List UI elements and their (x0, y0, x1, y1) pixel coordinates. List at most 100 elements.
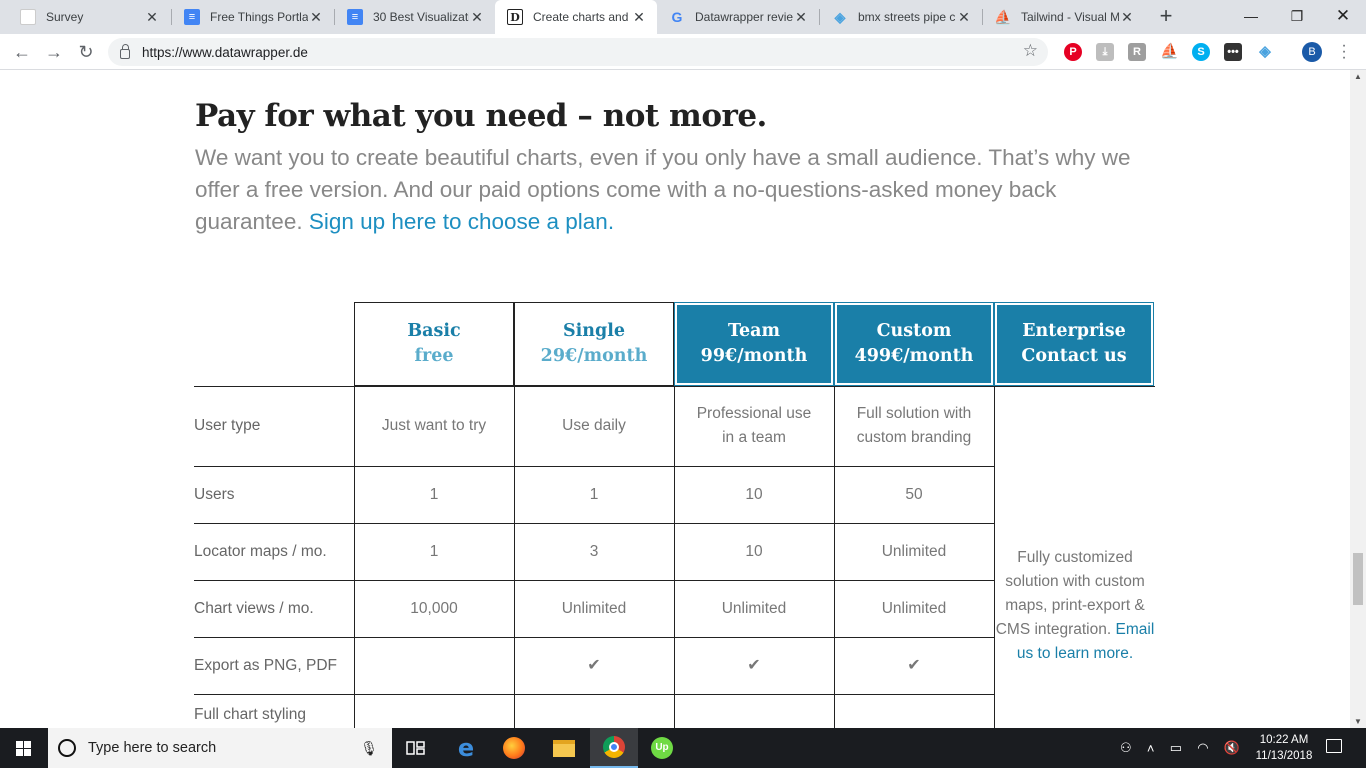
row-label-chart-views: Chart views / mo. (194, 599, 314, 617)
tab-free-things[interactable]: ≡ Free Things Portlan ✕ (172, 0, 334, 34)
system-clock[interactable]: 10:22 AM 11/13/2018 (1248, 732, 1320, 764)
edge-icon[interactable]: e (442, 728, 490, 768)
lead-paragraph: We want you to create beautiful charts, … (195, 142, 1170, 238)
checkmark-icon: ✔ (907, 656, 921, 674)
scrollbar-thumb[interactable] (1353, 553, 1363, 605)
skype-icon[interactable]: S (1192, 43, 1210, 61)
clock-date: 11/13/2018 (1255, 750, 1313, 762)
upwork-icon[interactable]: Up (638, 728, 686, 768)
scroll-down-icon[interactable]: ▼ (1354, 717, 1362, 726)
row-label-chart-styling: Full chart styling (194, 706, 306, 723)
tab-tailwind[interactable]: ⛵ Tailwind - Visual M ✕ (983, 0, 1145, 34)
diamond-icon[interactable]: ◈ (1256, 43, 1274, 61)
row-label-locator-maps: Locator maps / mo. (194, 542, 327, 560)
notifications-icon[interactable] (1326, 739, 1342, 753)
table-cell: Unlimited (881, 542, 947, 560)
reload-button[interactable]: ↻ (74, 40, 98, 64)
chrome-menu-icon[interactable]: · · · (1334, 38, 1354, 66)
close-icon[interactable]: ✕ (308, 9, 324, 26)
table-cell: 1 (429, 542, 439, 560)
new-tab-button[interactable]: + (1154, 4, 1178, 30)
clock-time: 10:22 AM (1259, 734, 1309, 746)
table-cell (354, 637, 514, 694)
close-icon[interactable]: ✕ (144, 9, 160, 26)
menu-dots-icon[interactable]: ••• (1224, 43, 1242, 61)
scroll-up-icon[interactable]: ▲ (1354, 72, 1362, 81)
show-hidden-icons[interactable]: ˄ (1147, 741, 1155, 756)
table-cell: Unlimited (561, 599, 627, 617)
microphone-icon[interactable]: 🎙 (360, 740, 378, 757)
close-icon[interactable]: ✕ (956, 9, 972, 26)
url-text[interactable]: https://www.datawrapper.de (142, 45, 308, 60)
sign-up-link[interactable]: Sign up here to choose a plan. (309, 209, 614, 234)
people-icon[interactable]: ⚇ (1120, 740, 1132, 756)
forward-button[interactable]: → (42, 40, 66, 64)
readability-icon[interactable]: R (1128, 43, 1146, 61)
table-cell: 10 (745, 485, 763, 503)
plan-header-team: Team 99€/month (674, 302, 834, 386)
plan-price: free (414, 346, 454, 366)
task-view-icon[interactable] (392, 728, 440, 768)
tab-bmx[interactable]: ◈ bmx streets pipe c ✕ (820, 0, 982, 34)
close-icon[interactable]: ✕ (793, 9, 809, 26)
taskbar: Type here to search 🎙 e Up ⚇ ˄ ▭ ◠ 🔇 10:… (0, 728, 1366, 768)
tab-survey[interactable]: Survey ✕ (8, 0, 170, 34)
row-label-user-type: User type (194, 417, 261, 434)
lock-icon (120, 43, 130, 59)
tab-title: bmx streets pipe c (858, 10, 956, 24)
pricing-table: Basic free Single 29€/month Team 99€/mon… (194, 302, 1155, 728)
table-cell: 10 (745, 542, 763, 560)
page-scrollbar[interactable]: ▲ ▼ (1350, 70, 1366, 728)
windows-logo-icon (16, 741, 32, 756)
firefox-icon[interactable] (490, 728, 538, 768)
table-cell: Full solution with custom branding (856, 405, 972, 446)
address-bar[interactable]: https://www.datawrapper.de ☆ (108, 38, 1048, 66)
table-cell: Unlimited (881, 599, 947, 617)
table-cell: 10,000 (410, 599, 458, 617)
checkmark-icon: ✔ (747, 656, 761, 674)
start-button[interactable] (0, 728, 48, 768)
plan-name: Basic (407, 321, 461, 341)
close-icon[interactable]: ✕ (469, 9, 485, 26)
plan-header-custom: Custom 499€/month (834, 302, 994, 386)
pdf-icon[interactable]: ⤓ (1096, 43, 1114, 61)
tailwind-icon[interactable]: ⛵ (1160, 43, 1179, 61)
plan-price: 499€/month (854, 346, 974, 366)
close-window-button[interactable]: ✕ (1320, 0, 1366, 34)
datawrapper-icon: D (507, 9, 523, 25)
enterprise-description: Fully customized solution with custom ma… (995, 546, 1155, 666)
row-label-users: Users (194, 485, 235, 503)
wifi-icon[interactable]: ◠ (1197, 740, 1208, 756)
back-button[interactable]: ← (10, 40, 34, 64)
file-explorer-icon[interactable] (540, 728, 588, 768)
chrome-icon[interactable] (590, 728, 638, 768)
tab-datawrapper-review[interactable]: G Datawrapper revie ✕ (657, 0, 819, 34)
plan-name: Team (727, 321, 780, 341)
volume-muted-icon[interactable]: 🔇 (1224, 740, 1240, 756)
battery-icon[interactable]: ▭ (1170, 740, 1182, 756)
browser-toolbar: ← → ↻ https://www.datawrapper.de ☆ P ⤓ R… (0, 34, 1366, 70)
checkmark-icon: ✔ (587, 656, 601, 674)
table-cell: 50 (905, 485, 923, 503)
tab-title: Tailwind - Visual M (1021, 10, 1119, 24)
pinterest-icon[interactable]: P (1064, 43, 1082, 61)
system-tray: ⚇ ˄ ▭ ◠ 🔇 (1120, 728, 1240, 768)
avatar[interactable]: B (1302, 42, 1322, 62)
plan-name: Enterprise (1022, 321, 1126, 341)
table-cell: 1 (589, 485, 599, 503)
minimize-button[interactable]: — (1228, 0, 1274, 34)
tailwind-icon: ⛵ (994, 8, 1012, 25)
blank-page-icon (20, 9, 36, 25)
bookmark-star-icon[interactable]: ☆ (1023, 41, 1038, 61)
close-icon[interactable]: ✕ (631, 9, 647, 26)
table-cell: 1 (429, 485, 439, 503)
plan-header-enterprise: Enterprise Contact us (994, 302, 1154, 386)
taskbar-search[interactable]: Type here to search 🎙 (48, 728, 392, 768)
restore-button[interactable]: ❐ (1274, 0, 1320, 34)
tab-visualization[interactable]: ≡ 30 Best Visualizatio ✕ (335, 0, 495, 34)
tab-title: Create charts and (533, 10, 629, 24)
close-icon[interactable]: ✕ (1119, 9, 1135, 26)
plan-name: Single (562, 321, 626, 341)
tab-datawrapper[interactable]: D Create charts and ✕ (495, 0, 657, 34)
plan-header-basic: Basic free (354, 302, 514, 386)
